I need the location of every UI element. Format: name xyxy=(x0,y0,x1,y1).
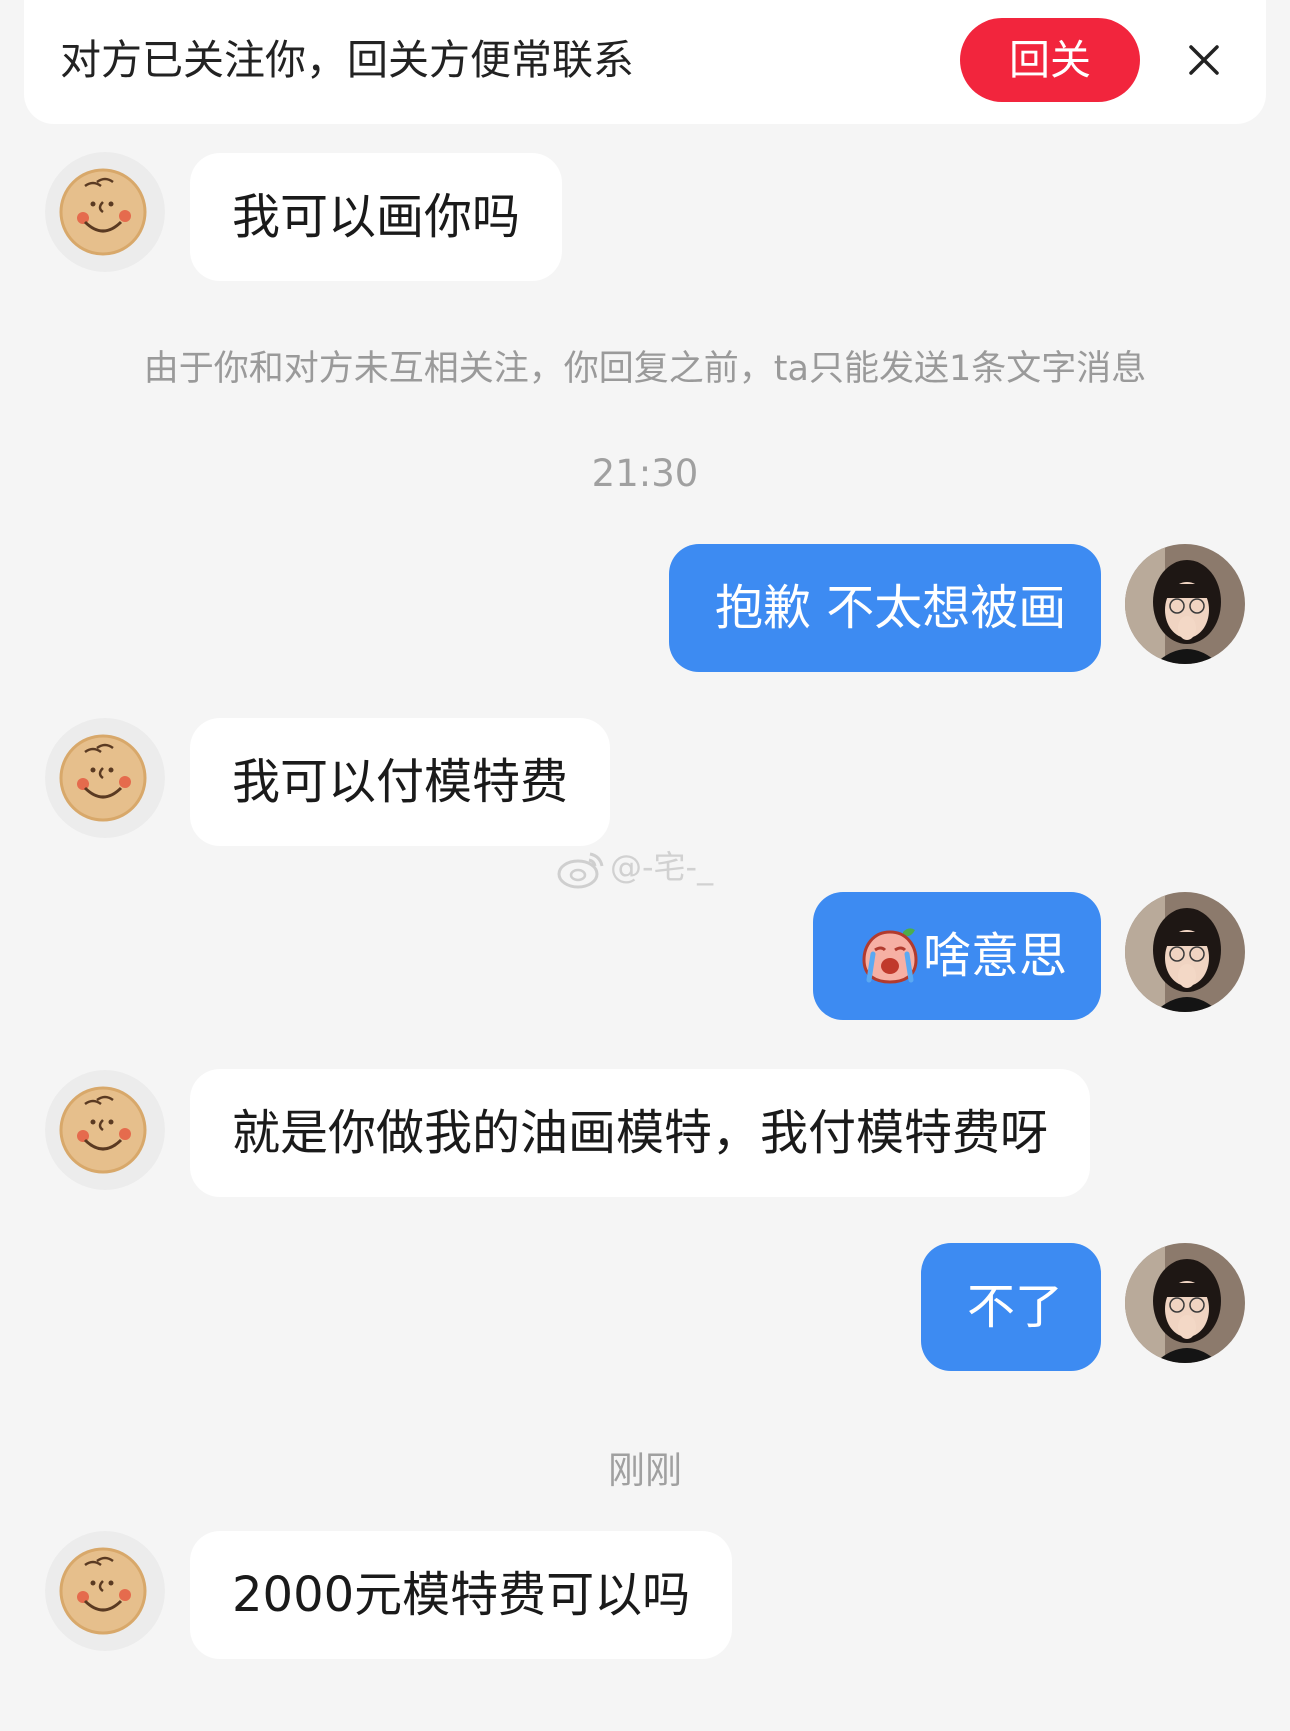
received-message: 就是你做我的油画模特，我付模特费呀 xyxy=(190,1069,1091,1197)
contact-avatar[interactable] xyxy=(45,718,165,838)
crying-peach-emoji xyxy=(862,928,918,984)
contact-avatar[interactable] xyxy=(45,1070,165,1190)
sent-message: 啥意思 xyxy=(813,892,1101,1020)
watermark: @-宅-_ xyxy=(556,842,713,892)
user-avatar[interactable] xyxy=(1125,1243,1245,1363)
sent-message: 不了 xyxy=(921,1243,1101,1371)
timestamp: 21:30 xyxy=(591,452,699,495)
user-avatar[interactable] xyxy=(1125,544,1245,664)
received-message: 2000元模特费可以吗 xyxy=(190,1531,733,1659)
contact-avatar[interactable] xyxy=(45,1531,165,1651)
timestamp: 刚刚 xyxy=(608,1449,682,1492)
sent-message: 抱歉 不太想被画 xyxy=(669,544,1101,672)
received-message: 我可以画你吗 xyxy=(190,153,563,281)
watermark-text: @-宅-_ xyxy=(610,848,714,886)
weibo-icon xyxy=(557,852,604,889)
banner-text: 对方已关注你，回关方便常联系 xyxy=(60,36,634,84)
system-notice: 由于你和对方未互相关注，你回复之前，ta只能发送1条文字消息 xyxy=(143,349,1147,389)
follow-back-button[interactable]: 回关 xyxy=(960,18,1140,102)
received-message: 我可以付模特费 xyxy=(190,718,611,846)
follow-back-banner: 对方已关注你，回关方便常联系 回关 xyxy=(24,0,1266,124)
close-icon[interactable] xyxy=(1180,36,1228,84)
contact-avatar[interactable] xyxy=(45,152,165,272)
message-text: 啥意思 xyxy=(923,928,1068,984)
user-avatar[interactable] xyxy=(1125,892,1245,1012)
